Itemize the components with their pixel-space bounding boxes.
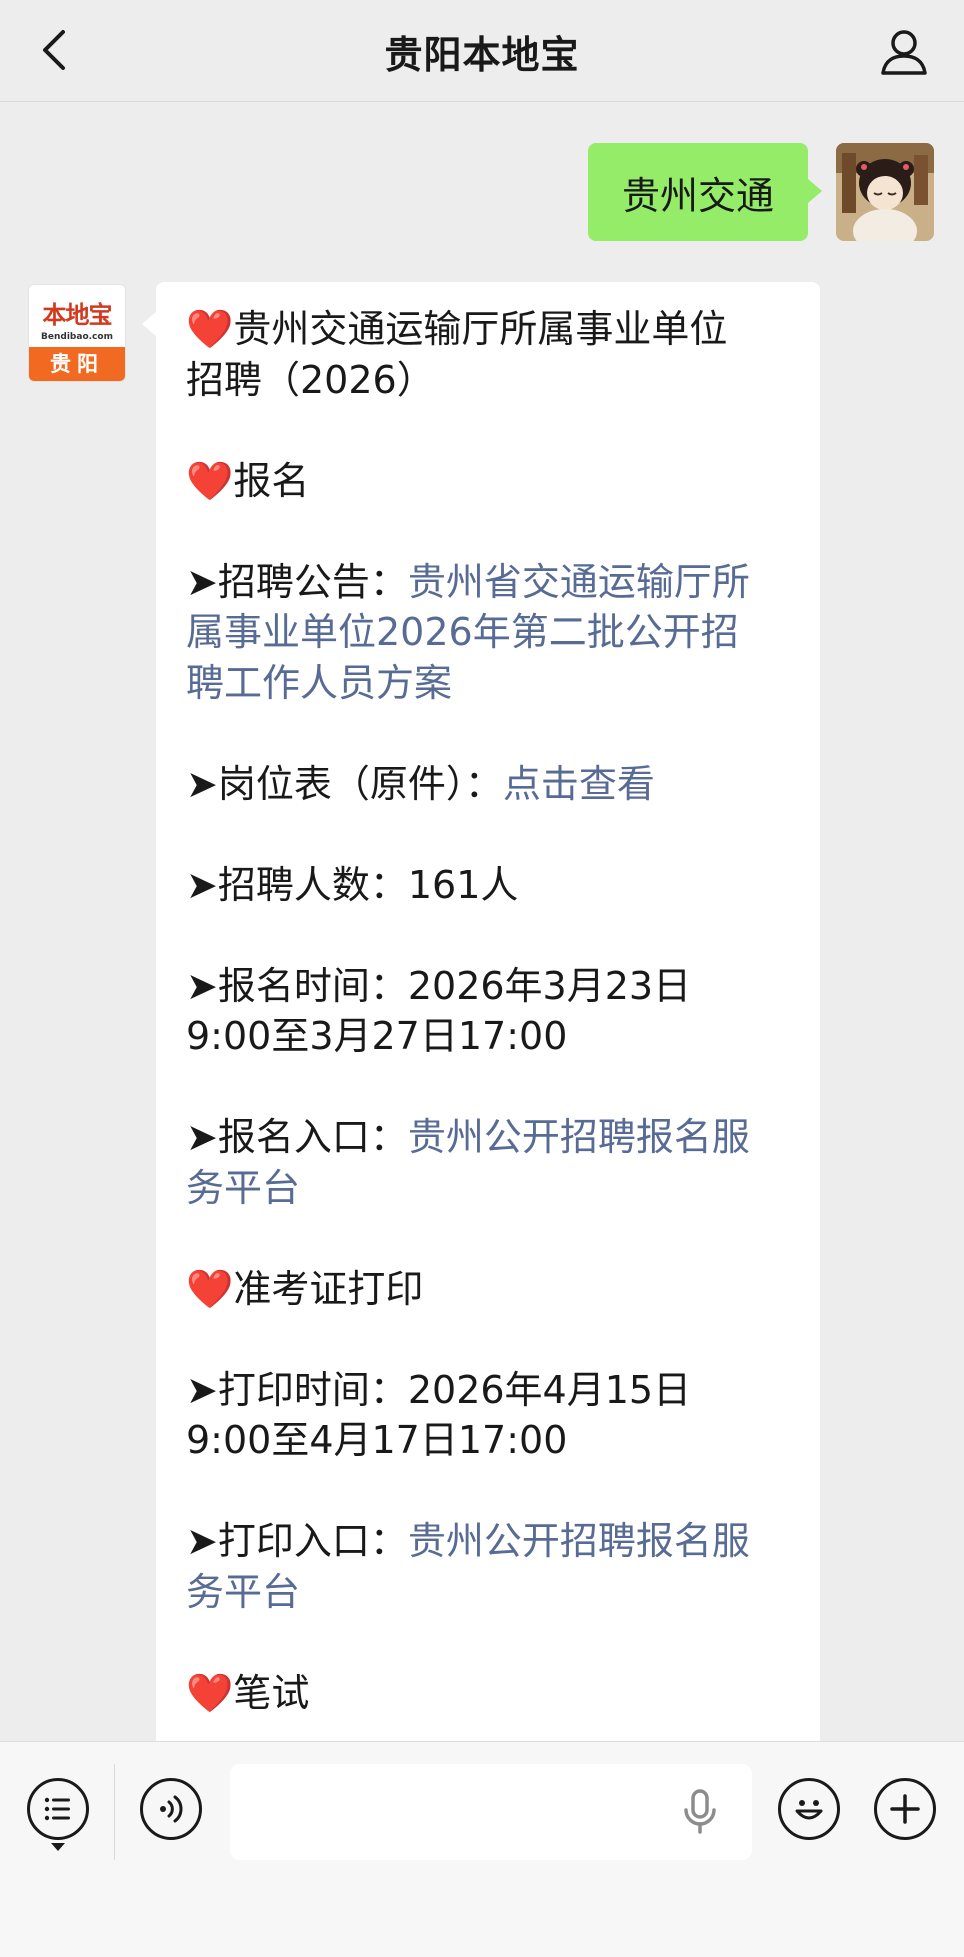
print-time-row-cont: 9:00至4月17日17:00 <box>186 1418 568 1462</box>
headcount-row: ➤招聘人数：161人 <box>186 862 519 907</box>
outgoing-message-text: 贵州交通 <box>621 173 774 218</box>
section-heading-signup: ❤️报名 <box>186 456 790 507</box>
notice-link-cont[interactable]: 聘工作人员方案 <box>186 658 790 709</box>
positions-label: ➤岗位表（原件）： <box>186 761 503 806</box>
section-heading-exam: ❤️笔试 <box>186 1668 790 1719</box>
notice-link[interactable]: 贵州省交通运输厅所 <box>408 560 750 604</box>
section-label: 报名 <box>233 458 310 503</box>
voice-button[interactable] <box>140 1778 202 1840</box>
message-list[interactable]: 贵州交通 本地宝 Bendibao.com 贵阳 ❤️贵州交通运输厅所属事业单位… <box>0 103 964 1741</box>
outgoing-message-bubble[interactable]: 贵州交通 <box>588 143 822 241</box>
reply-title: ❤️贵州交通运输厅所属事业单位 <box>186 304 790 355</box>
section-label: 准考证打印 <box>233 1266 424 1311</box>
emoji-icon <box>795 1800 823 1820</box>
heart-icon: ❤️ <box>186 1266 234 1311</box>
emoji-button[interactable] <box>778 1778 840 1840</box>
input-bar <box>0 1741 964 1957</box>
top-bar: 贵阳本地宝 <box>0 0 964 102</box>
divider <box>114 1764 115 1860</box>
signup-entry-link-cont[interactable]: 务平台 <box>186 1163 790 1214</box>
print-entry-link[interactable]: 贵州公开招聘报名服 <box>408 1519 750 1563</box>
chat-title: 贵阳本地宝 <box>384 33 580 77</box>
print-entry-label: ➤打印入口： <box>186 1519 408 1563</box>
signup-entry-link[interactable]: 贵州公开招聘报名服 <box>408 1115 750 1159</box>
microphone-icon <box>684 1789 716 1834</box>
incoming-message-bubble[interactable]: ❤️贵州交通运输厅所属事业单位 招聘（2026） ❤️报名 ➤招聘公告：贵州省交… <box>142 282 820 1741</box>
heart-icon: ❤️ <box>186 458 234 503</box>
logo-text: 本地宝 <box>42 300 113 329</box>
title-line: 贵州交通运输厅所属事业单位 <box>233 307 728 351</box>
avatar-image <box>836 143 934 241</box>
plus-icon <box>890 1794 920 1824</box>
my-avatar[interactable] <box>836 143 934 241</box>
notice-label: ➤招聘公告： <box>186 559 408 604</box>
signup-entry-label: ➤报名入口： <box>186 1115 408 1159</box>
print-entry-row: ➤打印入口：贵州公开招聘报名服 <box>186 1516 790 1567</box>
reply-title-line2: 招聘（2026） <box>186 357 435 402</box>
heart-icon: ❤️ <box>186 307 234 351</box>
menu-button[interactable] <box>27 1778 89 1840</box>
person-icon <box>881 30 927 75</box>
notice-row: ➤招聘公告：贵州省交通运输厅所 <box>186 557 790 608</box>
menu-list-icon <box>44 1797 70 1821</box>
print-entry-link-cont[interactable]: 务平台 <box>186 1567 790 1618</box>
bot-avatar[interactable]: 本地宝 Bendibao.com 贵阳 <box>28 284 126 382</box>
section-label: 笔试 <box>233 1670 310 1715</box>
message-input[interactable] <box>230 1764 752 1860</box>
signup-time-row: ➤报名时间：2026年3月23日 <box>186 963 692 1008</box>
positions-row: ➤岗位表（原件）：点击查看 <box>186 759 790 810</box>
section-heading-admission: ❤️准考证打印 <box>186 1264 790 1315</box>
heart-icon: ❤️ <box>186 1670 234 1715</box>
mic-button[interactable] <box>680 1788 720 1836</box>
voice-icon <box>160 1795 183 1823</box>
logo-url: Bendibao.com <box>41 332 113 342</box>
logo-city: 贵阳 <box>29 347 125 381</box>
signup-entry-row: ➤报名入口：贵州公开招聘报名服 <box>186 1112 790 1163</box>
more-button[interactable] <box>874 1778 936 1840</box>
brand-logo: 本地宝 Bendibao.com <box>29 285 125 349</box>
chat-app: 贵阳本地宝 贵州交通 本地宝 Bendibao.com 贵阳 ❤️贵州交通运输厅… <box>0 0 964 1957</box>
menu-caret-icon <box>51 1843 65 1851</box>
notice-link-cont[interactable]: 属事业单位2026年第二批公开招 <box>186 607 790 658</box>
profile-button[interactable] <box>874 22 934 82</box>
signup-time-row-cont: 9:00至3月27日17:00 <box>186 1014 568 1058</box>
print-time-row: ➤打印时间：2026年4月15日 <box>186 1367 692 1412</box>
positions-link[interactable]: 点击查看 <box>503 762 655 806</box>
